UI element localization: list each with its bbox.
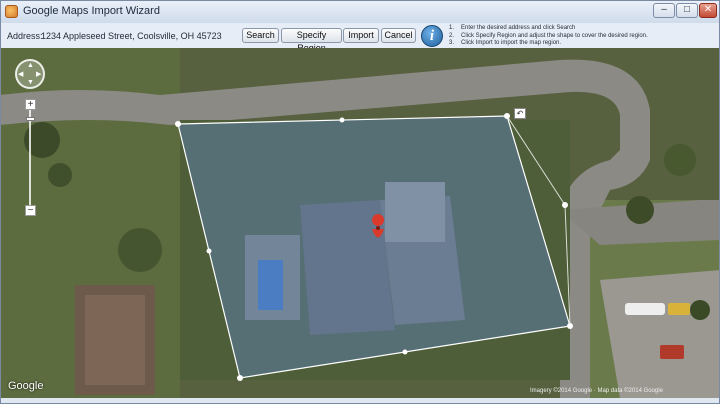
zoom-in-button[interactable]: + (25, 99, 36, 110)
search-button[interactable]: Search (242, 28, 279, 43)
instructions: 1. Enter the desired address and click Se… (449, 25, 648, 48)
map-copyright: Imagery ©2014 Google · Map data ©2014 Go… (530, 388, 663, 394)
toolbar: Address: Search Specify Region Import Ca… (1, 23, 719, 53)
window-title: Google Maps Import Wizard (23, 5, 160, 17)
app-icon (5, 5, 18, 18)
region-handle[interactable] (339, 117, 345, 123)
zoom-slider-thumb[interactable] (26, 117, 35, 122)
region-handle[interactable] (175, 121, 181, 127)
instruction-item: 3. Click Import to import the map region. (449, 40, 562, 46)
instruction-item: 2. Click Specify Region and adjust the sh… (449, 32, 648, 39)
address-label: Address: (7, 31, 43, 41)
pan-right-icon[interactable]: ▶ (36, 71, 41, 78)
minimize-button[interactable]: – (653, 3, 675, 18)
cancel-button[interactable]: Cancel (381, 28, 416, 43)
pan-left-icon[interactable]: ◀ (18, 71, 23, 78)
close-button[interactable]: ✕ (699, 3, 717, 18)
title-bar[interactable]: Google Maps Import Wizard – □ ✕ (1, 1, 719, 24)
satellite-map[interactable] (1, 48, 719, 398)
address-input[interactable] (39, 28, 239, 44)
region-handle[interactable] (504, 113, 510, 119)
region-handle[interactable] (402, 349, 408, 355)
region-handle[interactable] (567, 323, 573, 329)
undo-icon[interactable]: ↶ (514, 108, 526, 119)
map-imagery (1, 48, 719, 398)
import-button[interactable]: Import (343, 28, 379, 43)
instruction-item: 1. Enter the desired address and click Se… (449, 25, 576, 31)
google-logo: Google (8, 380, 44, 392)
region-handle[interactable] (206, 248, 212, 254)
maximize-button[interactable]: □ (676, 3, 698, 18)
pan-up-icon[interactable]: ▲ (27, 62, 34, 69)
specify-region-button[interactable]: Specify Region (281, 28, 342, 53)
pan-control[interactable]: ▲ ▼ ◀ ▶ (15, 59, 45, 89)
pan-down-icon[interactable]: ▼ (27, 79, 34, 86)
region-handle[interactable] (562, 202, 568, 208)
region-handle[interactable] (237, 375, 243, 381)
info-icon: i (421, 25, 443, 47)
zoom-out-button[interactable]: − (25, 205, 36, 216)
